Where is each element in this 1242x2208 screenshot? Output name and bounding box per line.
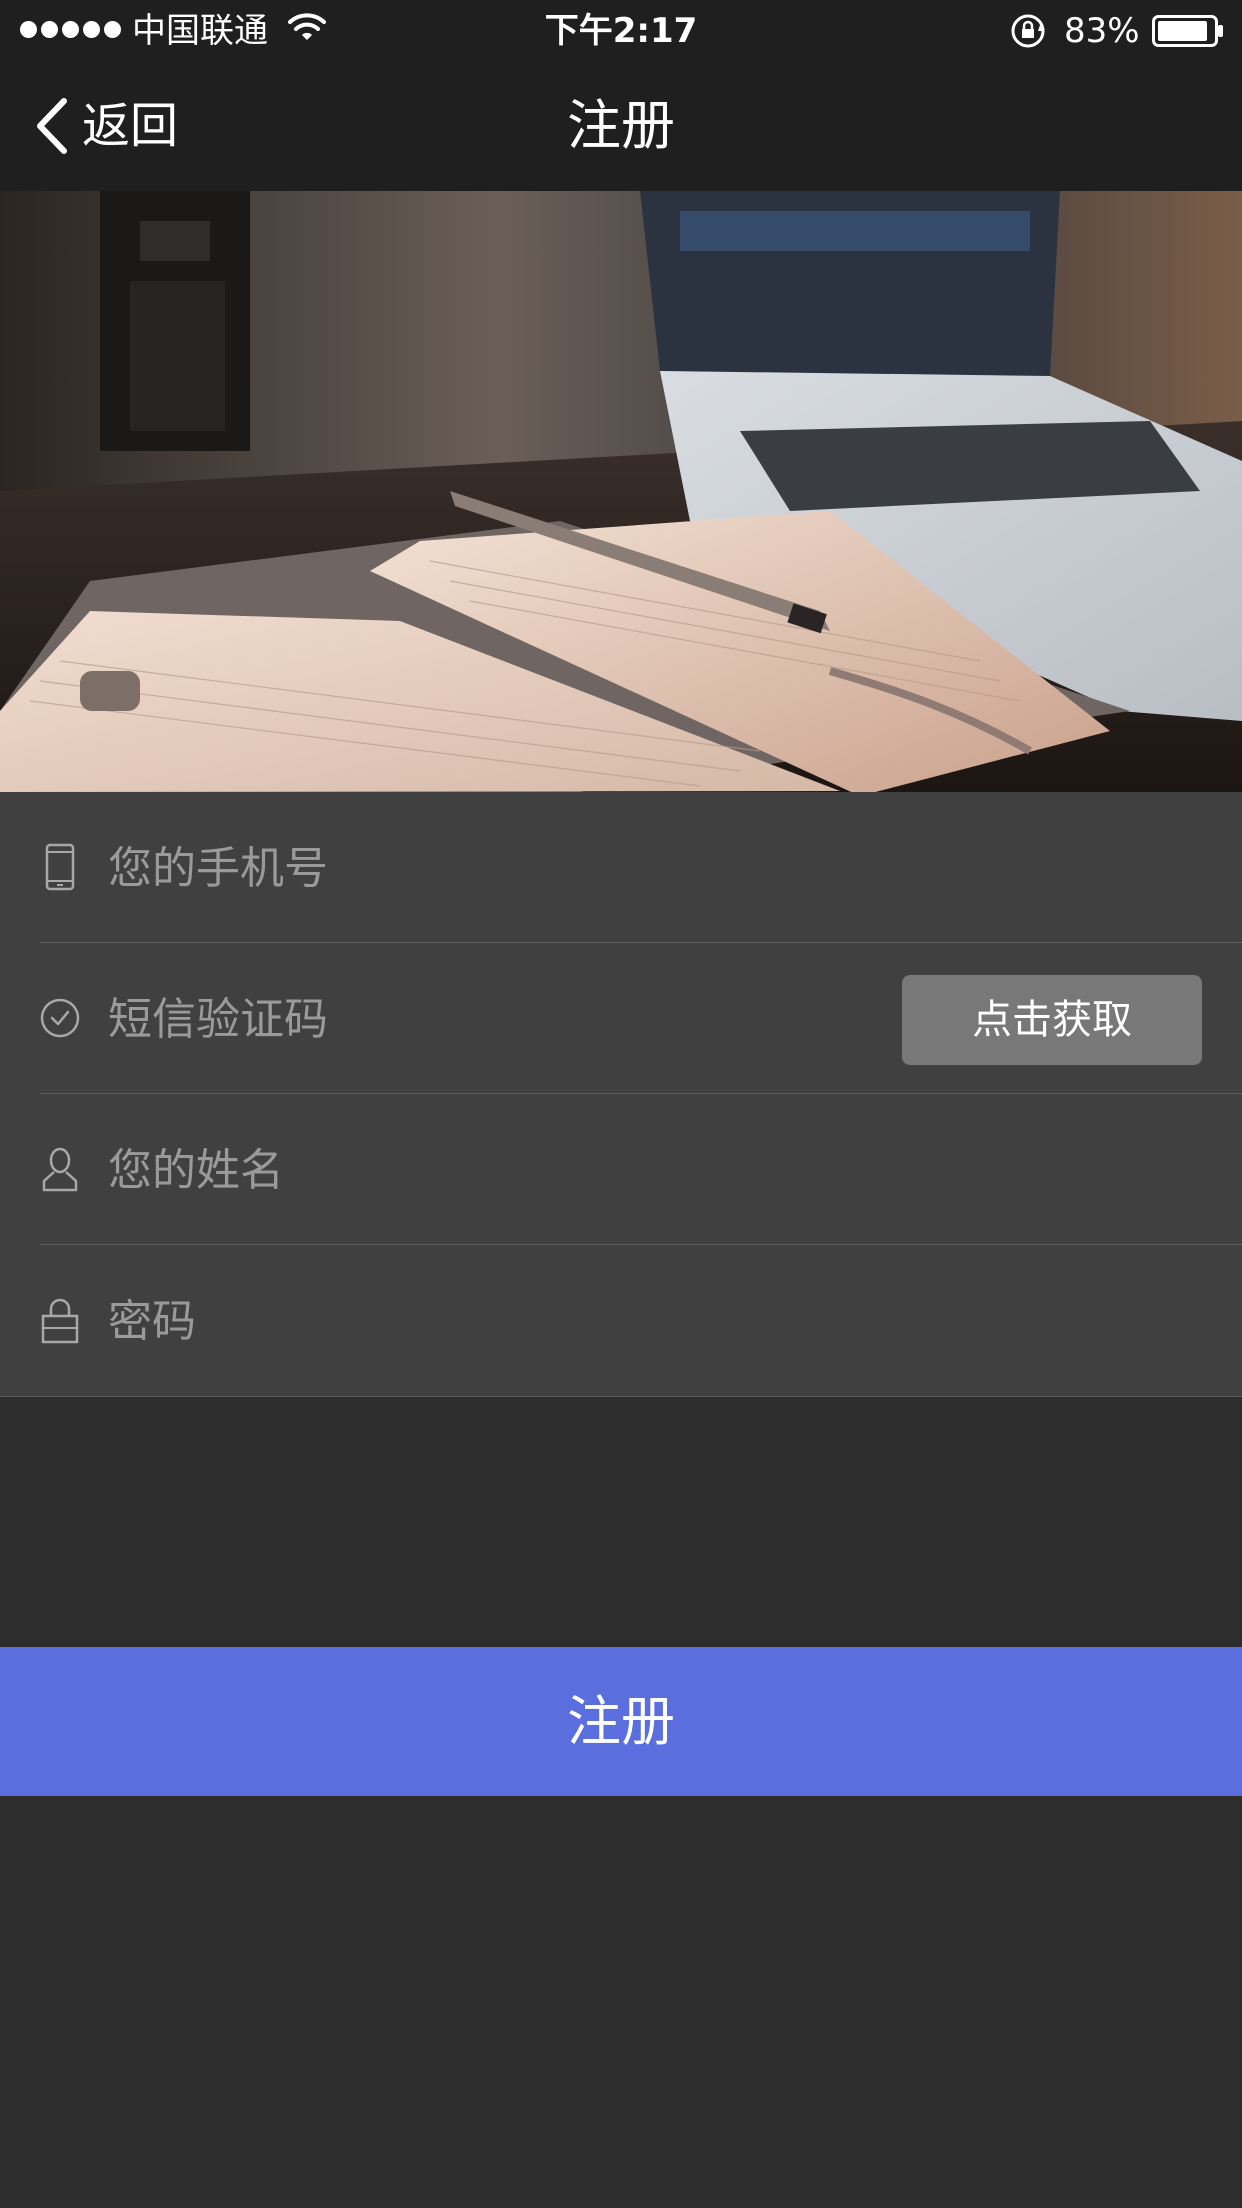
phone-row — [0, 792, 1242, 943]
status-time: 下午2:17 — [544, 11, 698, 51]
page-title: 注册 — [567, 94, 675, 157]
rotation-lock-icon — [1011, 14, 1045, 48]
name-input[interactable] — [108, 1138, 868, 1202]
phone-input[interactable] — [108, 836, 868, 900]
navigation-bar: 返回 注册 — [0, 60, 1242, 192]
name-row — [0, 1094, 1242, 1245]
banner-image — [0, 191, 1242, 792]
battery-icon — [1152, 15, 1223, 47]
battery-percent: 83% — [1064, 11, 1140, 51]
password-input[interactable] — [108, 1289, 868, 1353]
register-button[interactable]: 注册 — [0, 1647, 1242, 1796]
registration-form: 点击获取 — [0, 792, 1242, 1397]
mobile-phone-icon — [45, 843, 75, 891]
sms-code-input[interactable] — [108, 987, 868, 1051]
get-code-button[interactable]: 点击获取 — [902, 975, 1202, 1065]
person-icon — [42, 1147, 78, 1192]
check-circle-icon — [40, 998, 80, 1038]
password-row — [0, 1245, 1242, 1396]
status-bar: 中国联通 下午2:17 83% — [0, 0, 1242, 60]
lock-icon — [41, 1298, 79, 1344]
